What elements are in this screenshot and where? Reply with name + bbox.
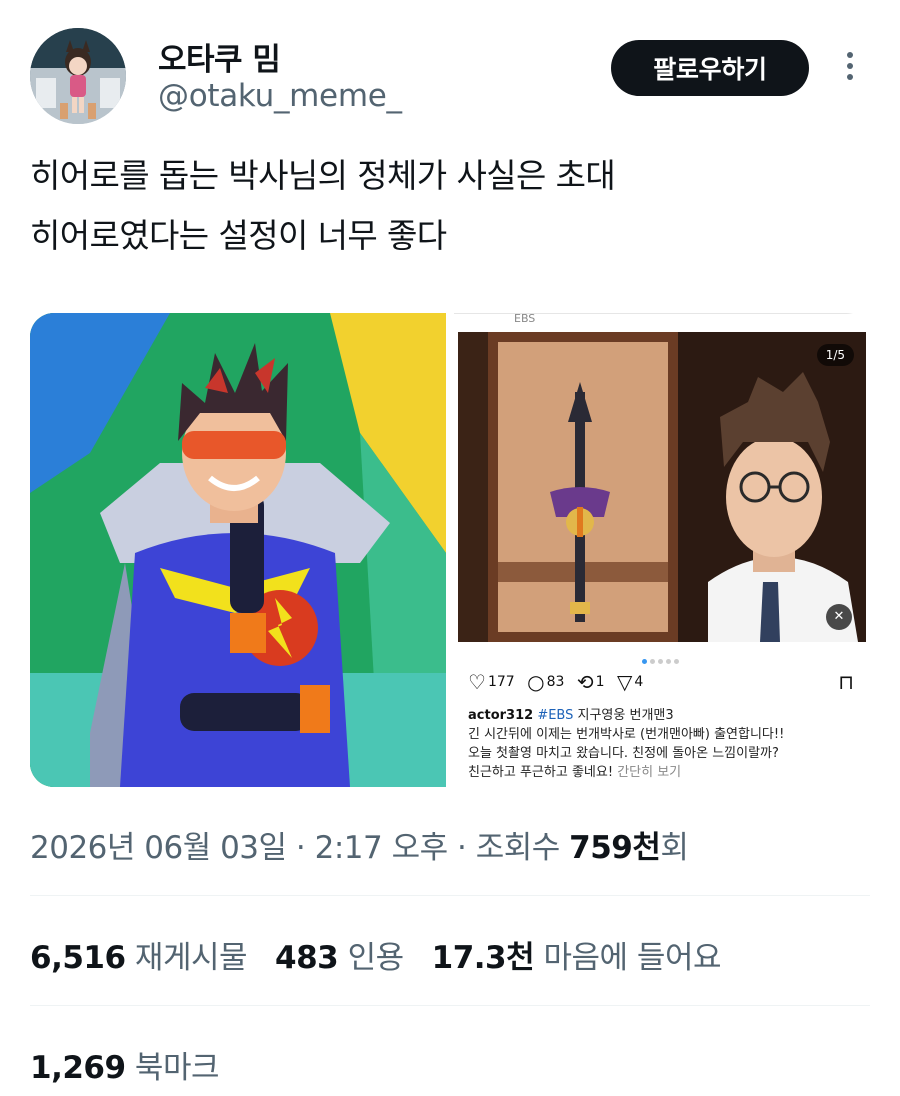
user-handle[interactable]: @otaku_meme_: [158, 78, 402, 114]
likes-stat[interactable]: 17.3천 마음에 들어요: [432, 940, 749, 976]
tweet-header: 오타쿠 밈 @otaku_meme_ 팔로우하기: [0, 0, 900, 130]
views-suffix: 회: [660, 830, 689, 866]
bookmarks-stat[interactable]: 1,269 북마크: [30, 1042, 219, 1087]
tweet-text-line: 히어로였다는 설정이 너무 좋다: [30, 216, 447, 255]
divider: [30, 895, 870, 896]
tweet-text: 히어로를 돕는 박사님의 정체가 사실은 초대 히어로였다는 설정이 너무 좋다: [30, 146, 870, 266]
media-grid: EBS 1/5 ✕ ♡ 177 ○ 83 ⟲ 1 ▽ 4 ⊓ actor312 …: [30, 313, 870, 787]
bookmarks-count: 1,269: [30, 1050, 126, 1086]
display-name[interactable]: 오타쿠 밈: [158, 34, 281, 79]
tweet-timestamp: 2026년 06월 03일 · 2:17 오후 · 조회수 759천회: [30, 822, 689, 867]
caption-collapse-link[interactable]: 간단히 보기: [617, 765, 681, 780]
tweet-time[interactable]: 2:17 오후: [315, 830, 449, 866]
engagement-stats: 6,516 재게시물 483 인용 17.3천 마음에 들어요: [30, 932, 749, 977]
more-options-icon[interactable]: [838, 48, 862, 88]
quotes-stat[interactable]: 483 인용: [275, 940, 432, 976]
comment-count: 83: [546, 674, 565, 690]
tweet-text-line: 히어로를 돕는 박사님의 정체가 사실은 초대: [30, 156, 616, 195]
hero-costume-photo[interactable]: [30, 313, 446, 787]
separator: ·: [286, 830, 315, 866]
reposts-count: 6,516: [30, 940, 126, 976]
quotes-count: 483: [275, 940, 339, 976]
likes-count: 17.3천: [431, 940, 535, 976]
carousel-dots: [642, 649, 682, 668]
like-action[interactable]: ♡ 177: [468, 670, 515, 694]
instagram-actions: ♡ 177 ○ 83 ⟲ 1 ▽ 4 ⊓: [468, 670, 858, 696]
caption-line: 오늘 첫촬영 마치고 왔습니다. 친정에 돌아온 느낌이랄까?: [468, 746, 779, 761]
bookmarks-label: 북마크: [134, 1050, 220, 1086]
share-action[interactable]: ▽ 4: [617, 670, 643, 694]
caption-line: 친근하고 푸근하고 좋네요!: [468, 765, 614, 780]
source-label: EBS: [514, 313, 536, 325]
instagram-post-screenshot[interactable]: EBS 1/5 ✕ ♡ 177 ○ 83 ⟲ 1 ▽ 4 ⊓ actor312 …: [454, 313, 870, 787]
bookmark-icon[interactable]: ⊓: [838, 670, 854, 694]
like-count: 177: [487, 674, 515, 690]
caption-line: 긴 시간뒤에 이제는 번개박사로 (번개맨아빠) 출연합니다!!: [468, 727, 785, 742]
reposts-stat[interactable]: 6,516 재게시물: [30, 940, 275, 976]
comment-icon: ○: [527, 670, 545, 694]
instagram-caption: actor312 #EBS 지구영웅 번개맨3 긴 시간뒤에 이제는 번개박사로…: [468, 706, 860, 782]
separator: ·: [447, 830, 476, 866]
share-count: 4: [634, 674, 644, 690]
avatar[interactable]: [30, 28, 126, 124]
repost-action[interactable]: ⟲ 1: [577, 670, 605, 694]
send-icon: ▽: [617, 670, 633, 694]
instagram-photo: 1/5 ✕: [458, 332, 866, 642]
instagram-header: EBS: [454, 314, 870, 332]
carousel-counter: 1/5: [816, 344, 854, 366]
repost-count: 1: [595, 674, 605, 690]
repost-icon: ⟲: [576, 670, 594, 694]
comment-action[interactable]: ○ 83: [527, 670, 564, 694]
mute-icon[interactable]: ✕: [826, 604, 852, 630]
likes-label: 마음에 들어요: [543, 940, 722, 976]
anime-character-avatar-icon: [30, 28, 126, 124]
caption-title: 지구영웅 번개맨3: [577, 708, 674, 723]
caption-hashtag[interactable]: #EBS: [537, 708, 573, 723]
reposts-label: 재게시물: [134, 940, 248, 976]
follow-button[interactable]: 팔로우하기: [611, 40, 809, 96]
tweet-date[interactable]: 2026년 06월 03일: [30, 830, 287, 866]
caption-username[interactable]: actor312: [468, 708, 533, 723]
divider: [30, 1005, 870, 1006]
views-prefix: 조회수: [475, 830, 570, 866]
quotes-label: 인용: [347, 940, 405, 976]
heart-icon: ♡: [468, 670, 486, 694]
views-count: 759천: [569, 830, 661, 866]
